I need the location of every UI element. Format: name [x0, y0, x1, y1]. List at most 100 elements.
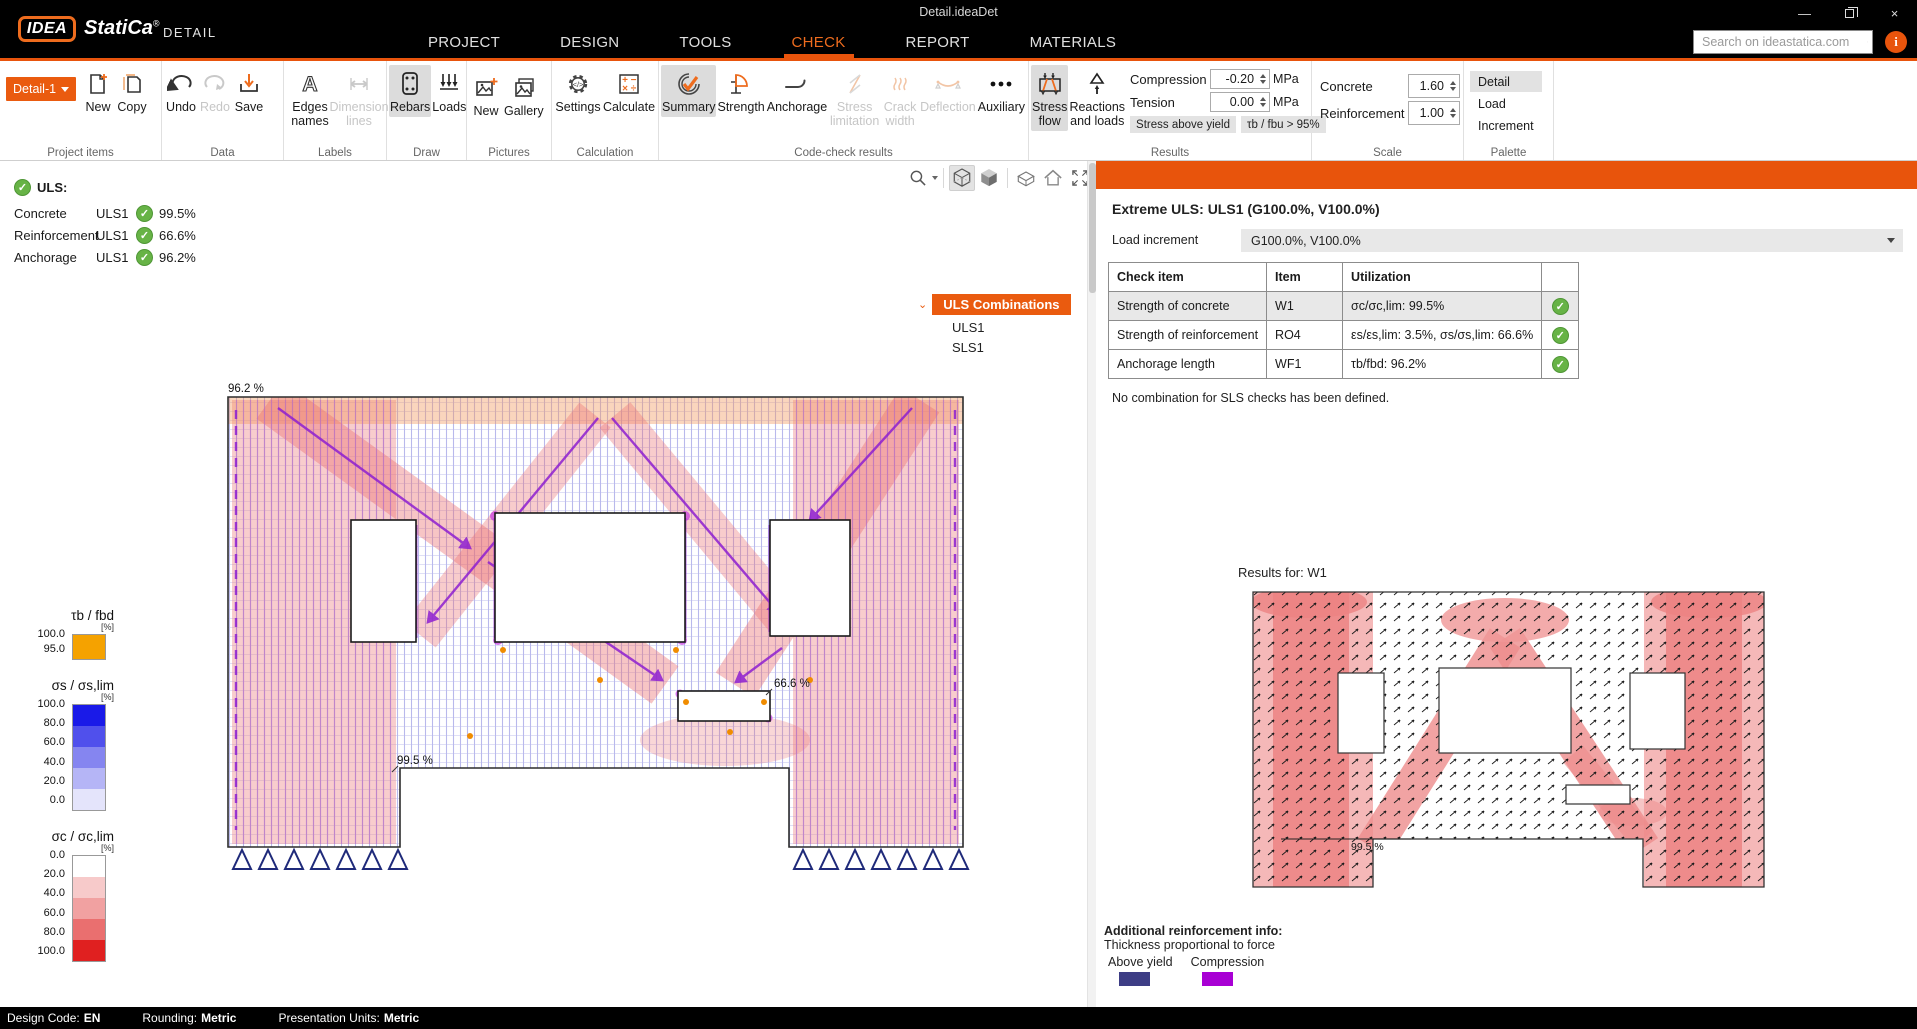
uls-summary-title: ULS:	[37, 180, 67, 195]
save-icon	[233, 67, 265, 101]
summary-button[interactable]: Summary	[661, 65, 716, 117]
reinforcement-scale-input[interactable]: 1.00	[1408, 101, 1460, 125]
tree-root-uls-combinations[interactable]: ULS Combinations	[932, 294, 1070, 315]
table-row[interactable]: Strength of reinforcement RO4 εs/εs,lim:…	[1109, 321, 1579, 350]
check-ok-icon: ✓	[1552, 356, 1569, 373]
menu-materials[interactable]: MATERIALS	[1022, 28, 1125, 58]
toolbar-separator	[1007, 168, 1008, 188]
main-menu: PROJECT DESIGN TOOLS CHECK REPORT MATERI…	[420, 28, 1124, 58]
stress-above-yield-toggle[interactable]: Stress above yield	[1130, 116, 1236, 133]
solid-view-button[interactable]	[976, 165, 1002, 191]
tension-input[interactable]: 0.00	[1210, 92, 1270, 112]
reactions-icon	[1081, 67, 1113, 101]
reactions-loads-button[interactable]: Reactions and loads	[1068, 65, 1126, 131]
tree-item-sls1[interactable]: SLS1	[952, 340, 1071, 355]
ribbon: Detail-1 New Copy Project items Undo Red…	[0, 61, 1917, 161]
palette-increment-button[interactable]: Increment	[1470, 115, 1542, 136]
group-label-labels: Labels	[284, 147, 386, 159]
tree-item-uls1[interactable]: ULS1	[952, 320, 1071, 335]
group-label-calculation: Calculation	[552, 147, 658, 159]
wireframe-cube-icon	[950, 166, 974, 190]
gallery-button[interactable]: Gallery	[503, 69, 545, 121]
restore-button[interactable]	[1827, 0, 1872, 26]
zoom-dropdown-chevron-icon[interactable]	[932, 176, 938, 180]
auxiliary-button[interactable]: Auxiliary	[977, 65, 1026, 117]
spinner-icon[interactable]	[1447, 108, 1459, 118]
ribbon-group-calculation: Settings Calculate Calculation	[552, 61, 659, 160]
logo-text: IDEA	[27, 20, 67, 38]
group-label-draw: Draw	[387, 147, 466, 159]
chevron-down-icon	[61, 87, 69, 92]
settings-button[interactable]: Settings	[554, 65, 602, 117]
home-view-button[interactable]	[1040, 165, 1066, 191]
concrete-scale-input[interactable]: 1.60	[1408, 74, 1460, 98]
registered-mark: ®	[153, 18, 160, 28]
help-button[interactable]: i	[1885, 31, 1907, 53]
anchorage-button[interactable]: Anchorage	[766, 65, 828, 117]
undo-button[interactable]: Undo	[164, 65, 198, 117]
model-canvas[interactable]: ✓ULS: ConcreteULS1✓99.5% ReinforcementUL…	[0, 161, 1087, 1007]
load-increment-dropdown[interactable]: G100.0%, V100.0%	[1241, 229, 1903, 252]
spinner-icon[interactable]	[1447, 81, 1459, 91]
zoom-button[interactable]	[905, 165, 931, 191]
palette-detail-button[interactable]: Detail	[1470, 71, 1542, 92]
close-button[interactable]: ×	[1872, 0, 1917, 26]
search-box	[1693, 30, 1873, 54]
uls-summary: ✓ULS: ConcreteULS1✓99.5% ReinforcementUL…	[14, 179, 196, 268]
check-ok-icon: ✓	[136, 205, 153, 222]
ellipsis-icon	[985, 67, 1017, 101]
check-ok-icon: ✓	[1552, 327, 1569, 344]
canvas-scrollbar[interactable]	[1087, 161, 1096, 1007]
brand-name: StatiCa®	[84, 17, 160, 40]
window-title: Detail.ideaDet	[0, 5, 1917, 19]
detail-selector[interactable]: Detail-1	[6, 77, 76, 101]
undo-icon	[165, 67, 197, 101]
new-picture-button[interactable]: New	[469, 69, 503, 121]
loads-button[interactable]: Loads	[431, 65, 467, 117]
compression-input[interactable]: -0.20	[1210, 69, 1270, 89]
additional-info-subtitle: Thickness proportional to force	[1104, 938, 1282, 952]
rebars-button[interactable]: Rebars	[389, 65, 431, 117]
copy-button[interactable]: Copy	[115, 65, 149, 117]
group-label-scale: Scale	[1312, 147, 1463, 159]
section-view-button[interactable]	[1013, 165, 1039, 191]
edges-names-button[interactable]: Edges names	[286, 65, 334, 131]
compression-label: Compression	[1130, 72, 1210, 87]
deflection-button: Deflection	[919, 65, 977, 117]
palette-load-button[interactable]: Load	[1470, 93, 1542, 114]
spinner-icon[interactable]	[1257, 97, 1269, 107]
stress-flow-plot[interactable]: 96.2 % 66.6 % 99.5 %	[170, 380, 1000, 880]
search-input[interactable]	[1694, 35, 1867, 49]
stress-flow-button[interactable]: Stress flow	[1031, 65, 1068, 131]
tree-collapse-chevron-icon[interactable]: ⌄	[918, 298, 927, 311]
menu-project[interactable]: PROJECT	[420, 28, 508, 58]
new-project-item-button[interactable]: New	[81, 65, 115, 117]
table-row[interactable]: Strength of concrete W1 σc/σc,lim: 99.5%…	[1109, 292, 1579, 321]
strength-button[interactable]: Strength	[716, 65, 765, 117]
anchorage-max-label: 96.2 %	[228, 383, 264, 395]
dropdown-arrow-icon	[1887, 238, 1895, 243]
app-window: IDEA StatiCa® DETAIL Detail.ideaDet — × …	[0, 0, 1917, 1029]
check-ok-icon: ✓	[136, 227, 153, 244]
minimize-button[interactable]: —	[1782, 0, 1827, 26]
search-icon	[1867, 33, 1868, 51]
wireframe-view-button[interactable]	[949, 165, 975, 191]
menu-check[interactable]: CHECK	[784, 28, 854, 58]
legend-bar-orange	[72, 634, 106, 660]
panel-accent-bar	[1096, 161, 1917, 189]
fit-view-button[interactable]	[1067, 165, 1087, 191]
menu-design[interactable]: DESIGN	[552, 28, 627, 58]
legend-concrete: σc / σc,lim [%] 0.020.040.060.080.0100.0	[20, 829, 116, 962]
calculate-button[interactable]: Calculate	[602, 65, 656, 117]
group-label-data: Data	[162, 147, 283, 159]
rebars-icon	[394, 67, 426, 101]
save-button[interactable]: Save	[232, 65, 266, 117]
menu-report[interactable]: REPORT	[898, 28, 978, 58]
menu-tools[interactable]: TOOLS	[671, 28, 739, 58]
spinner-icon[interactable]	[1257, 74, 1269, 84]
status-rounding: Rounding:Metric	[142, 1011, 236, 1025]
table-row[interactable]: Anchorage length WF1 τb/fbd: 96.2% ✓	[1109, 350, 1579, 379]
scrollbar-thumb[interactable]	[1089, 163, 1096, 293]
concrete-results-plot[interactable]: 99.5 %	[1251, 586, 1766, 901]
redo-icon	[199, 67, 231, 101]
